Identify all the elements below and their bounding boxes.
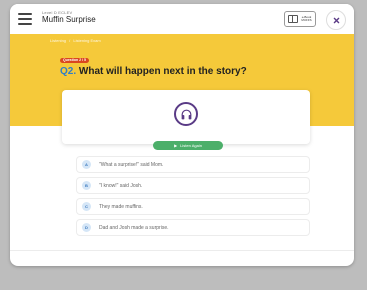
breadcrumb-item-listening[interactable]: Listening (50, 38, 66, 43)
answer-option-a[interactable]: A "What a surprise!" said Mom. (76, 156, 310, 173)
hamburger-menu-icon[interactable] (18, 13, 32, 25)
breadcrumb-item-exam[interactable]: Listening Exam (73, 38, 100, 43)
audio-card (62, 90, 310, 144)
breadcrumb: Listening / Listening Exam (50, 38, 101, 43)
ebook-label-line2: MUFFS (301, 18, 312, 22)
answer-text: Dad and Josh made a surprise. (99, 224, 169, 231)
answer-text: They made muffins. (99, 203, 143, 210)
page-title: Muffin Surprise (42, 15, 96, 24)
answer-text: "I know!" said Josh. (99, 182, 143, 189)
top-bar: Level D ECLEV Muffin Surprise e-Book MUF… (10, 4, 354, 35)
question-count-badge: Question 2 / 5 (60, 58, 89, 63)
answer-letter: C (82, 202, 91, 211)
question-number: Q2. (60, 66, 77, 77)
answer-option-d[interactable]: D Dad and Josh made a surprise. (76, 219, 310, 236)
footer-divider (10, 250, 354, 251)
question-text: What will happen next in the story? (78, 66, 247, 77)
listen-again-label: Listen Again (180, 143, 202, 148)
title-block: Level D ECLEV Muffin Surprise (42, 10, 96, 25)
answer-option-c[interactable]: C They made muffins. (76, 198, 310, 215)
answer-letter: D (82, 223, 91, 232)
answer-letter: B (82, 181, 91, 190)
answer-list: A "What a surprise!" said Mom. B "I know… (76, 156, 310, 240)
app-window: Level D ECLEV Muffin Surprise e-Book MUF… (10, 4, 354, 266)
audio-play-button[interactable] (174, 102, 198, 126)
headphones-icon (181, 109, 191, 119)
answer-option-b[interactable]: B "I know!" said Josh. (76, 177, 310, 194)
ebook-label: e-Book MUFFS (301, 15, 312, 23)
listen-again-button[interactable]: ▶ Listen Again (153, 141, 223, 150)
close-icon (333, 17, 339, 23)
book-icon (288, 15, 299, 23)
question-heading: Q2. What will happen next in the story? (60, 66, 247, 77)
answer-text: "What a surprise!" said Mom. (99, 161, 164, 168)
answer-letter: A (82, 160, 91, 169)
ebook-button[interactable]: e-Book MUFFS (284, 11, 316, 27)
breadcrumb-separator: / (69, 38, 71, 43)
play-icon: ▶ (174, 143, 178, 148)
close-button[interactable] (326, 10, 346, 30)
